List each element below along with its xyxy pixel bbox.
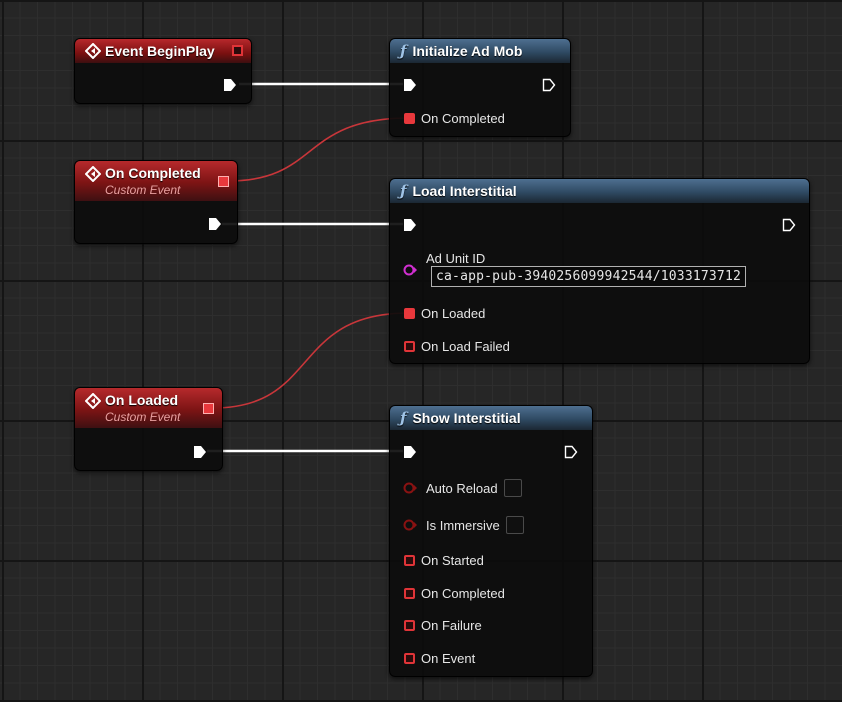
initialize-ad-mob-title: Initialize Ad Mob: [412, 43, 523, 59]
auto-reload-label: Auto Reload: [426, 480, 498, 496]
on-completed-event-delegate-pin[interactable]: [218, 176, 229, 187]
delegate-wire-load-onloaded[interactable]: [212, 312, 410, 409]
show-interstitial-on-event-pin[interactable]: On Event: [404, 651, 475, 666]
is-immersive-pin[interactable]: Is Immersive: [403, 516, 524, 534]
show-interstitial-on-started-pin[interactable]: On Started: [404, 553, 484, 568]
initialize-ad-mob-exec-in-icon[interactable]: [403, 78, 417, 92]
load-interstitial-header[interactable]: ƒ Load Interstitial: [390, 179, 809, 203]
is-immersive-label: Is Immersive: [426, 517, 500, 533]
initialize-ad-mob-header[interactable]: ƒ Initialize Ad Mob: [390, 39, 570, 63]
load-interstitial-exec-out-icon[interactable]: [782, 218, 796, 232]
on-failure-label: On Failure: [421, 618, 482, 633]
is-immersive-checkbox[interactable]: [505, 516, 524, 534]
on-completed-event-exec-out-icon[interactable]: [208, 217, 222, 231]
event-diamond-icon: [85, 393, 101, 409]
initialize-ad-mob-on-completed-pin[interactable]: On Completed: [404, 111, 505, 126]
function-icon: ƒ: [400, 42, 407, 60]
load-interstitial-node[interactable]: ƒ Load Interstitial Ad Unit ID ca-app-pu…: [389, 178, 810, 364]
on-completed-event-node[interactable]: On Completed Custom Event: [74, 160, 238, 244]
event-diamond-icon: [85, 43, 101, 59]
show-interstitial-title: Show Interstitial: [412, 410, 521, 426]
function-icon: ƒ: [400, 409, 407, 427]
event-beginplay-exec-out-icon[interactable]: [223, 78, 237, 92]
on-completed-label: On Completed: [421, 586, 505, 601]
event-beginplay-delegate-pin[interactable]: [232, 45, 243, 56]
ad-unit-id-input[interactable]: ca-app-pub-3940256099942544/1033173712: [431, 266, 746, 287]
event-beginplay-title: Event BeginPlay: [105, 43, 215, 59]
load-interstitial-title: Load Interstitial: [412, 183, 517, 199]
event-beginplay-header[interactable]: Event BeginPlay: [75, 39, 251, 63]
on-completed-event-title: On Completed: [105, 165, 201, 181]
show-interstitial-on-failure-pin[interactable]: On Failure: [404, 618, 482, 633]
delegate-pin-icon[interactable]: [404, 653, 415, 664]
delegate-pin-icon[interactable]: [404, 113, 415, 124]
event-beginplay-node[interactable]: Event BeginPlay: [74, 38, 252, 104]
load-interstitial-on-loaded-pin[interactable]: On Loaded: [404, 306, 485, 321]
bool-pin-icon[interactable]: [403, 519, 417, 531]
load-interstitial-exec-in-icon[interactable]: [403, 218, 417, 232]
load-interstitial-on-load-failed-label: On Load Failed: [421, 339, 510, 354]
delegate-wire-init-oncompleted[interactable]: [227, 117, 410, 182]
auto-reload-checkbox[interactable]: [503, 479, 522, 497]
initialize-ad-mob-on-completed-label: On Completed: [421, 111, 505, 126]
show-interstitial-exec-out-icon[interactable]: [564, 445, 578, 459]
on-event-label: On Event: [421, 651, 476, 666]
on-loaded-event-header[interactable]: On Loaded Custom Event: [75, 388, 222, 428]
ad-unit-id-label: Ad Unit ID: [426, 251, 486, 266]
bool-pin-icon[interactable]: [403, 482, 417, 494]
delegate-pin-icon[interactable]: [404, 341, 415, 352]
show-interstitial-exec-in-icon[interactable]: [403, 445, 417, 459]
event-diamond-icon: [85, 166, 101, 182]
on-completed-event-header[interactable]: On Completed Custom Event: [75, 161, 237, 201]
on-loaded-event-subtitle: Custom Event: [105, 410, 181, 424]
load-interstitial-on-loaded-label: On Loaded: [421, 306, 486, 321]
delegate-pin-icon[interactable]: [404, 555, 415, 566]
on-started-label: On Started: [421, 553, 484, 568]
delegate-pin-icon[interactable]: [404, 308, 415, 319]
function-icon: ƒ: [400, 182, 407, 200]
on-loaded-event-delegate-pin[interactable]: [203, 403, 214, 414]
on-loaded-event-title: On Loaded: [105, 392, 179, 408]
on-loaded-event-node[interactable]: On Loaded Custom Event: [74, 387, 223, 471]
show-interstitial-header[interactable]: ƒ Show Interstitial: [390, 406, 592, 430]
initialize-ad-mob-exec-out-icon[interactable]: [542, 78, 556, 92]
delegate-pin-icon[interactable]: [404, 620, 415, 631]
string-pin-icon[interactable]: [403, 264, 417, 276]
auto-reload-pin[interactable]: Auto Reload: [403, 479, 522, 497]
show-interstitial-on-completed-pin[interactable]: On Completed: [404, 586, 505, 601]
initialize-ad-mob-node[interactable]: ƒ Initialize Ad Mob On Completed: [389, 38, 571, 137]
delegate-pin-icon[interactable]: [404, 588, 415, 599]
on-completed-event-subtitle: Custom Event: [105, 183, 181, 197]
on-loaded-event-exec-out-icon[interactable]: [193, 445, 207, 459]
load-interstitial-on-load-failed-pin[interactable]: On Load Failed: [404, 339, 510, 354]
show-interstitial-node[interactable]: ƒ Show Interstitial Auto Reload Is Immer…: [389, 405, 593, 677]
